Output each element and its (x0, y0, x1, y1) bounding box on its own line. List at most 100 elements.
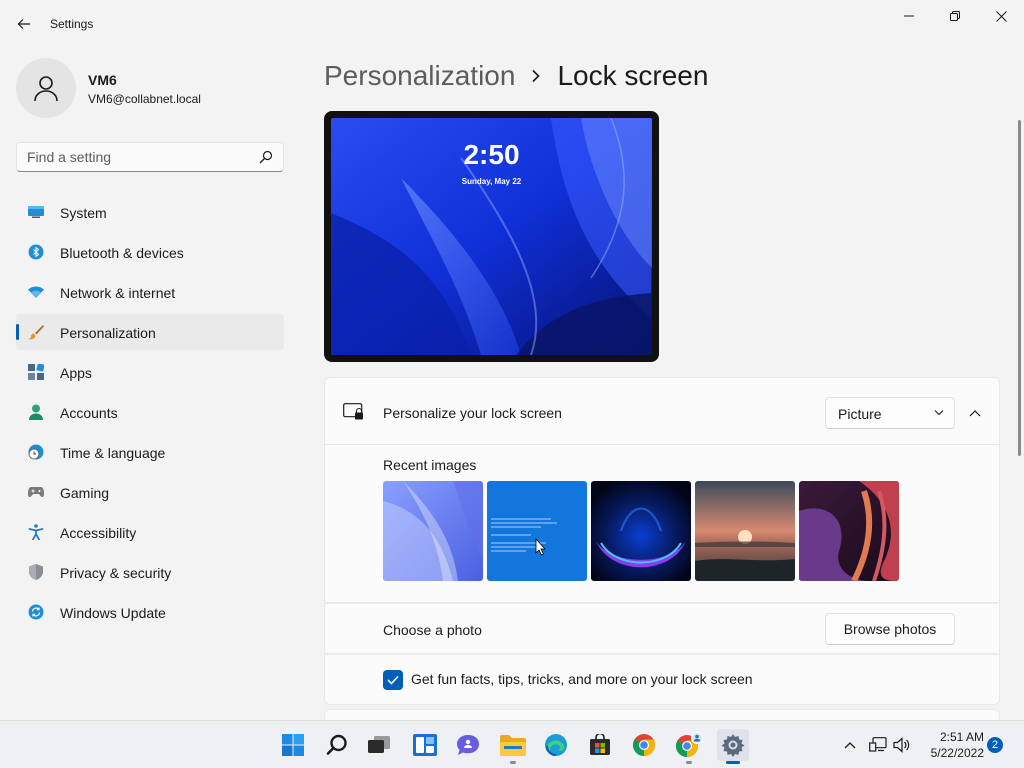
fun-facts-checkbox[interactable] (383, 670, 403, 690)
dropdown-value: Picture (838, 406, 882, 422)
sidebar-item-time-language[interactable]: Time & language (16, 434, 284, 470)
choose-photo-row: Choose a photo Browse photos (324, 603, 1000, 654)
file-explorer-button[interactable] (497, 729, 529, 764)
task-view-icon (368, 736, 390, 753)
search-input[interactable] (27, 143, 247, 171)
browse-photos-button[interactable]: Browse photos (825, 613, 955, 645)
preview-time: 2:50 (463, 139, 520, 170)
sidebar-item-label: System (60, 205, 107, 221)
settings-taskbar-button[interactable] (717, 729, 749, 764)
show-hidden-icons-button[interactable] (840, 735, 860, 755)
recent-images-list (383, 481, 899, 581)
user-email: VM6@collabnet.local (88, 92, 201, 106)
user-icon (34, 76, 58, 102)
widgets-icon (413, 734, 437, 756)
sidebar-item-windows-update[interactable]: Windows Update (16, 594, 284, 630)
close-icon (995, 10, 1007, 22)
search-box[interactable] (16, 142, 284, 172)
settings-icon (721, 734, 745, 757)
active-indicator (726, 761, 740, 764)
taskbar: 2:51 AM 5/22/2022 2 (0, 720, 1024, 768)
sidebar-item-apps[interactable]: Apps (16, 354, 284, 390)
sidebar-item-label: Bluetooth & devices (60, 245, 184, 261)
volume-icon (893, 737, 910, 753)
user-profile[interactable]: VM6 VM6@collabnet.local (16, 58, 286, 118)
taskbar-clock[interactable]: 2:51 AM 5/22/2022 (920, 729, 984, 761)
sidebar-item-gaming[interactable]: Gaming (16, 474, 284, 510)
chevron-down-icon (934, 410, 944, 416)
sidebar-item-network[interactable]: Network & internet (16, 274, 284, 310)
store-button[interactable] (584, 729, 616, 761)
personalize-lock-screen-dropdown[interactable]: Picture (825, 397, 955, 429)
widgets-button[interactable] (409, 729, 441, 761)
chat-icon (457, 735, 479, 755)
update-icon (28, 604, 44, 620)
apps-icon (28, 364, 44, 380)
recent-image-dark-bloom[interactable] (591, 481, 691, 581)
back-arrow-icon (17, 19, 30, 29)
edge-button[interactable] (540, 729, 572, 761)
chevron-right-icon (531, 69, 541, 83)
search-icon[interactable] (259, 150, 273, 164)
minimize-button[interactable] (886, 0, 932, 32)
maximize-button[interactable] (932, 0, 978, 32)
recent-image-sunset-lake[interactable] (695, 481, 795, 581)
recent-image-blue-screen[interactable] (487, 481, 587, 581)
store-icon (590, 734, 610, 755)
chrome-profile-button[interactable] (673, 729, 705, 764)
gamepad-icon (28, 484, 44, 500)
running-indicator (686, 761, 692, 764)
personalize-lock-screen-label: Personalize your lock screen (383, 405, 562, 421)
taskbar-search-button[interactable] (321, 729, 353, 761)
clock-time: 2:51 AM (939, 730, 984, 744)
sidebar-item-system[interactable]: System (16, 194, 284, 230)
shield-icon (28, 564, 44, 580)
title-bar: Settings (0, 0, 1024, 48)
recent-image-purple-ribbon[interactable] (799, 481, 899, 581)
sidebar-item-accounts[interactable]: Accounts (16, 394, 284, 430)
sidebar-item-accessibility[interactable]: Accessibility (16, 514, 284, 550)
lock-screen-icon (343, 403, 363, 420)
sidebar-item-bluetooth[interactable]: Bluetooth & devices (16, 234, 284, 270)
sidebar-item-privacy-security[interactable]: Privacy & security (16, 554, 284, 590)
sidebar-item-label: Privacy & security (60, 565, 172, 581)
start-icon (282, 734, 304, 756)
sidebar-item-personalization[interactable]: Personalization (16, 314, 284, 350)
dark-bloom-image (591, 481, 691, 581)
ethernet-icon (869, 737, 887, 752)
back-button[interactable] (8, 8, 40, 40)
bluetooth-icon (28, 244, 44, 260)
search-icon (326, 734, 347, 755)
accessibility-icon (28, 524, 44, 540)
scrollbar-thumb[interactable] (1018, 120, 1021, 456)
collapse-button[interactable] (961, 397, 989, 429)
notification-badge[interactable]: 2 (987, 737, 1003, 753)
chrome-icon (633, 734, 655, 756)
preview-date: Sunday, May 22 (461, 177, 522, 186)
network-tray-button[interactable] (868, 735, 888, 755)
running-indicator (510, 761, 516, 764)
clock-date: 5/22/2022 (930, 746, 984, 760)
avatar[interactable] (16, 58, 76, 118)
start-button[interactable] (277, 729, 309, 761)
lock-screen-wallpaper: 2:50 Sunday, May 22 (331, 118, 652, 355)
chrome-button[interactable] (628, 729, 660, 761)
chat-button[interactable] (452, 729, 484, 761)
close-button[interactable] (978, 0, 1024, 32)
recent-image-blue-bloom-light[interactable] (383, 481, 483, 581)
breadcrumb-parent[interactable]: Personalization (324, 60, 515, 92)
sidebar-item-label: Accessibility (60, 525, 137, 541)
chrome-profile-icon (676, 732, 703, 757)
restore-icon (950, 11, 960, 21)
volume-tray-button[interactable] (892, 735, 912, 755)
fun-facts-label: Get fun facts, tips, tricks, and more on… (411, 671, 753, 687)
sidebar-item-label: Apps (60, 365, 92, 381)
checkmark-icon (387, 675, 399, 685)
user-name: VM6 (88, 72, 117, 88)
edge-icon (545, 734, 567, 757)
sidebar-item-label: Personalization (60, 325, 156, 341)
sidebar-item-label: Windows Update (60, 605, 166, 621)
task-view-button[interactable] (363, 729, 395, 761)
sidebar-item-label: Network & internet (60, 285, 176, 301)
accounts-icon (28, 404, 44, 420)
